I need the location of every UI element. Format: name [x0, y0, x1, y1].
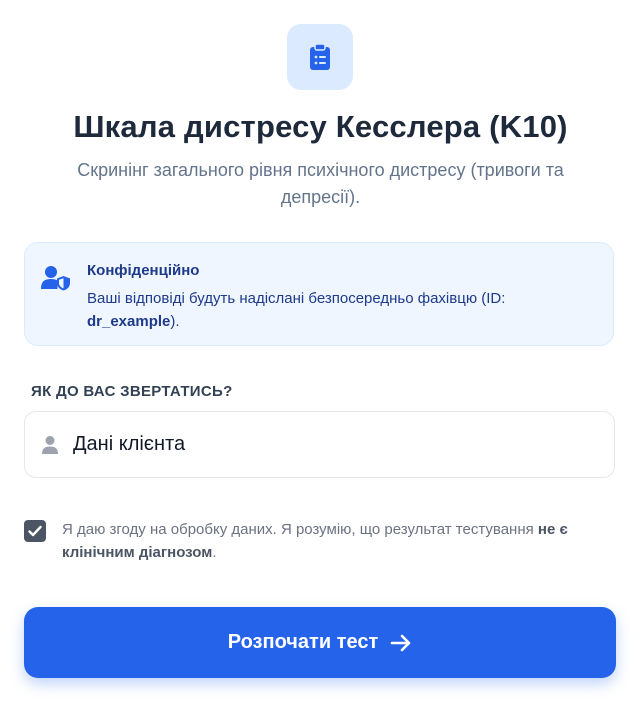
check-icon: [28, 525, 42, 537]
client-name-input-box[interactable]: [24, 411, 615, 478]
confidentiality-notice: Конфіденційно Ваші відповіді будуть наді…: [24, 242, 614, 346]
user-icon: [40, 435, 60, 455]
user-shield-icon: [41, 265, 71, 291]
arrow-right-icon: [390, 634, 412, 652]
notice-title: Конфіденційно: [87, 262, 200, 279]
page-subtitle: Скринінг загального рівня психічного дис…: [77, 160, 564, 207]
consent-row: Я даю згоду на обробку даних. Я розумію,…: [24, 517, 614, 565]
consent-text: Я даю згоду на обробку даних. Я розумію,…: [62, 521, 568, 561]
start-test-button[interactable]: Розпочати тест: [24, 607, 616, 678]
notice-text: Ваші відповіді будуть надіслані безпосер…: [87, 290, 506, 330]
page-title: Шкала дистресу Кесслера (K10): [73, 109, 568, 144]
client-name-input[interactable]: [73, 412, 593, 477]
client-name-label: ЯК ДО ВАС ЗВЕРТАТИСЬ?: [31, 383, 233, 400]
start-test-label: Розпочати тест: [227, 631, 379, 653]
clipboard-list-icon: [287, 24, 353, 90]
k10-start-screen: Шкала дистресу Кесслера (K10) Скринінг з…: [0, 0, 641, 702]
specialist-id: dr_example: [87, 313, 171, 330]
consent-checkbox[interactable]: [24, 520, 46, 542]
